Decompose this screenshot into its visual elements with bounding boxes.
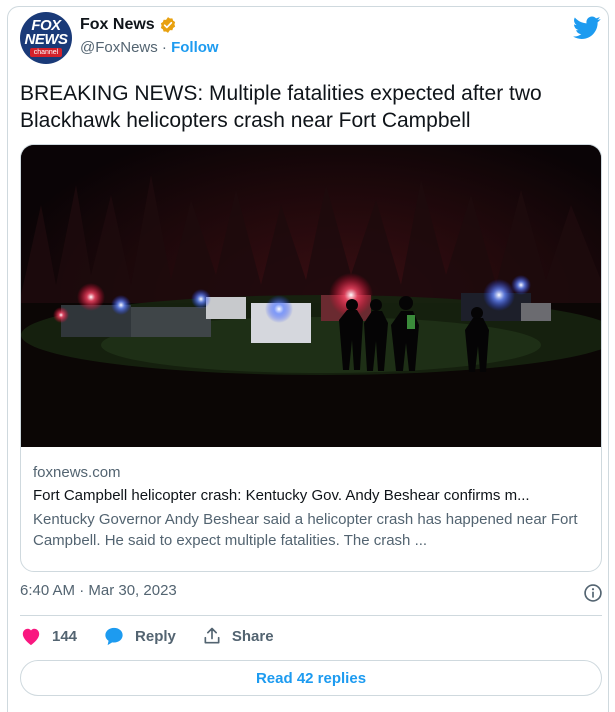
link-title[interactable]: Fort Campbell helicopter crash: Kentucky… (33, 485, 589, 507)
avatar[interactable]: FOX NEWS channel (20, 12, 72, 64)
divider (20, 615, 602, 616)
tweet-text: BREAKING NEWS: Multiple fatalities expec… (20, 82, 542, 132)
night-crash-scene-image (21, 145, 601, 447)
account-name[interactable]: Fox News (80, 16, 155, 34)
account-name-row: Fox News (80, 16, 177, 34)
heart-icon (22, 628, 40, 646)
read-replies-button[interactable]: Read 42 replies (20, 660, 602, 696)
handle-row: @FoxNews · Follow (80, 39, 219, 56)
avatar-text-channel: channel (29, 48, 63, 57)
link-preview-card[interactable]: foxnews.com Fort Campbell helicopter cra… (20, 144, 602, 572)
avatar-text-news: NEWS (24, 31, 69, 48)
action-bar: 144 Reply Share (20, 626, 300, 646)
like-button[interactable]: 144 (20, 626, 77, 646)
like-count: 144 (52, 627, 78, 645)
account-handle[interactable]: @FoxNews (80, 39, 158, 56)
news-photo (21, 145, 601, 447)
reply-label: Reply (135, 627, 176, 645)
separator-dot: · (161, 39, 167, 56)
follow-button[interactable]: Follow (171, 39, 219, 56)
share-icon (204, 627, 220, 644)
reply-bubble-icon (105, 627, 123, 646)
twitter-bird-icon[interactable] (573, 16, 601, 40)
info-icon[interactable] (583, 583, 603, 603)
tweet-timestamp[interactable]: 6:40 AM · Mar 30, 2023 (20, 582, 177, 599)
share-label: Share (231, 627, 274, 645)
link-meta: foxnews.com Fort Campbell helicopter cra… (33, 463, 589, 551)
link-domain: foxnews.com (33, 464, 121, 481)
link-description: Kentucky Governor Andy Beshear said a he… (33, 511, 578, 549)
verified-badge-icon (160, 17, 175, 33)
reply-button[interactable]: Reply (103, 626, 176, 646)
share-button[interactable]: Share (202, 626, 274, 646)
